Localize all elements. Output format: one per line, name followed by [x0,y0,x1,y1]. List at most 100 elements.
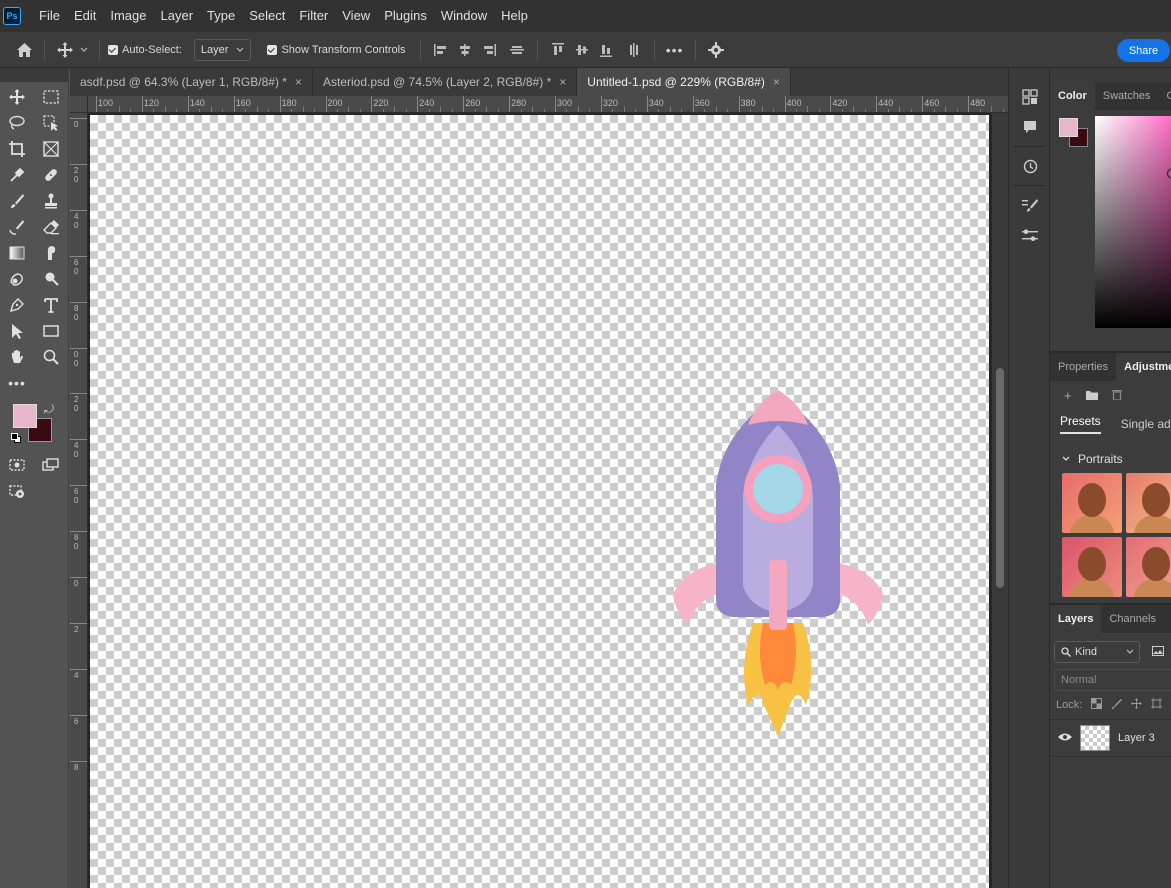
clone-stamp-tool-icon[interactable] [34,188,68,214]
layer-name[interactable]: Layer 3 [1118,732,1155,744]
default-colors-icon[interactable] [11,433,22,444]
distribute-icon[interactable] [505,38,529,62]
strip-header[interactable] [1009,68,1049,82]
tab-swatches[interactable]: Swatches [1095,82,1159,110]
menu-type[interactable]: Type [200,0,242,32]
visibility-eye-icon[interactable] [1058,731,1072,745]
type-tool-icon[interactable] [34,292,68,318]
close-icon[interactable]: × [559,75,566,89]
lock-pixels-icon[interactable] [1111,698,1123,712]
close-icon[interactable]: × [773,75,780,89]
layer-row[interactable]: Layer 3 [1050,719,1171,757]
vertical-ruler[interactable]: 0 2 0 4 0 6 0 8 0 0 0 2 0 4 0 6 0 8 0 0 2 4 6 8 [70,113,88,888]
frame-tool-icon[interactable] [34,136,68,162]
history-icon[interactable] [1009,151,1051,181]
gear-icon[interactable] [704,38,728,62]
panels-header[interactable] [1050,68,1171,82]
align-right-icon[interactable] [477,38,501,62]
swap-colors-icon[interactable]: ⤾ [44,402,54,417]
eyedropper-tool-icon[interactable] [0,162,34,188]
preset-thumbnail[interactable] [1126,473,1171,533]
toolbar-header[interactable] [0,68,68,82]
chevron-down-icon[interactable] [77,38,91,62]
align-middle-icon[interactable] [570,38,594,62]
distribute-vertical-icon[interactable] [622,38,646,62]
gradient-tool-icon[interactable] [0,240,34,266]
lock-artboard-icon[interactable] [1151,698,1163,712]
menu-window[interactable]: Window [434,0,494,32]
history-brush-tool-icon[interactable] [0,214,34,240]
tab-channels[interactable]: Channels [1101,605,1163,633]
generative-fill-icon[interactable] [0,478,34,504]
align-left-icon[interactable] [429,38,453,62]
hand-tool-icon[interactable] [0,344,34,370]
auto-select-dropdown[interactable]: Layer [193,38,252,61]
home-icon[interactable] [12,38,36,62]
preset-thumbnail[interactable] [1062,473,1122,533]
menu-file[interactable]: File [32,0,67,32]
quick-mask-icon[interactable] [0,452,34,478]
align-center-icon[interactable] [453,38,477,62]
portraits-section-header[interactable]: Portraits [1050,445,1171,473]
align-bottom-icon[interactable] [594,38,618,62]
object-selection-tool-icon[interactable] [34,110,68,136]
color-picker-cursor[interactable] [1167,168,1171,179]
adjustments-sliders-icon[interactable] [1009,220,1051,250]
auto-select-checkbox[interactable]: Auto-Select: [108,44,182,56]
preset-thumbnail[interactable] [1126,537,1171,597]
eraser-tool-icon[interactable] [34,214,68,240]
close-icon[interactable]: × [295,75,302,89]
menu-select[interactable]: Select [242,0,292,32]
brush-tool-icon[interactable] [0,188,34,214]
tab-asdf[interactable]: asdf.psd @ 64.3% (Layer 1, RGB/8#) * × [70,68,313,96]
show-transform-checkbox[interactable]: Show Transform Controls [267,44,406,56]
crop-tool-icon[interactable] [0,136,34,162]
canvas-area[interactable] [88,113,992,888]
menu-filter[interactable]: Filter [292,0,335,32]
tab-adjustments[interactable]: Adjustme [1116,353,1171,381]
tab-single-adjustments[interactable]: Single adju [1121,417,1171,431]
vertical-scrollbar[interactable] [992,113,1008,888]
add-icon[interactable]: + [1064,388,1072,403]
align-top-icon[interactable] [546,38,570,62]
foreground-color-swatch[interactable] [1059,118,1078,137]
menu-edit[interactable]: Edit [67,0,103,32]
scrollbar-thumb[interactable] [996,368,1004,588]
move-tool-icon[interactable] [0,84,34,110]
tab-paths[interactable]: P [1164,605,1171,633]
ruler-corner[interactable] [70,96,88,113]
trash-icon[interactable] [1111,388,1122,403]
more-options-icon[interactable]: ••• [663,38,687,62]
tab-untitled-1[interactable]: Untitled-1.psd @ 229% (RGB/8#) × [577,68,791,96]
menu-plugins[interactable]: Plugins [377,0,434,32]
layer-thumbnail[interactable] [1080,725,1110,751]
layer-filter-dropdown[interactable]: Kind [1054,641,1140,663]
preset-thumbnail[interactable] [1062,537,1122,597]
path-selection-tool-icon[interactable] [0,318,34,344]
marquee-tool-icon[interactable] [34,84,68,110]
edit-toolbar-icon[interactable]: ••• [0,370,34,396]
blend-mode-dropdown[interactable]: Normal [1054,669,1171,691]
tab-properties[interactable]: Properties [1050,353,1116,381]
tab-gradients[interactable]: Gr [1158,82,1171,110]
menu-help[interactable]: Help [494,0,535,32]
burn-tool-icon[interactable] [34,266,68,292]
foreground-color-swatch[interactable] [13,404,37,428]
rectangle-tool-icon[interactable] [34,318,68,344]
filter-image-icon[interactable] [1152,645,1164,659]
menu-image[interactable]: Image [103,0,153,32]
menu-layer[interactable]: Layer [154,0,201,32]
pen-tool-icon[interactable] [0,292,34,318]
move-tool-icon[interactable] [53,38,77,62]
comments-icon[interactable] [1009,112,1051,142]
smudge-tool-icon[interactable] [34,240,68,266]
tab-presets[interactable]: Presets [1060,414,1101,434]
libraries-icon[interactable] [1009,82,1051,112]
brush-settings-icon[interactable] [1009,190,1051,220]
lasso-tool-icon[interactable] [0,110,34,136]
healing-brush-tool-icon[interactable] [34,162,68,188]
menu-view[interactable]: View [335,0,377,32]
tab-color[interactable]: Color [1050,82,1095,110]
folder-icon[interactable] [1085,388,1098,403]
lock-position-icon[interactable] [1131,698,1143,712]
